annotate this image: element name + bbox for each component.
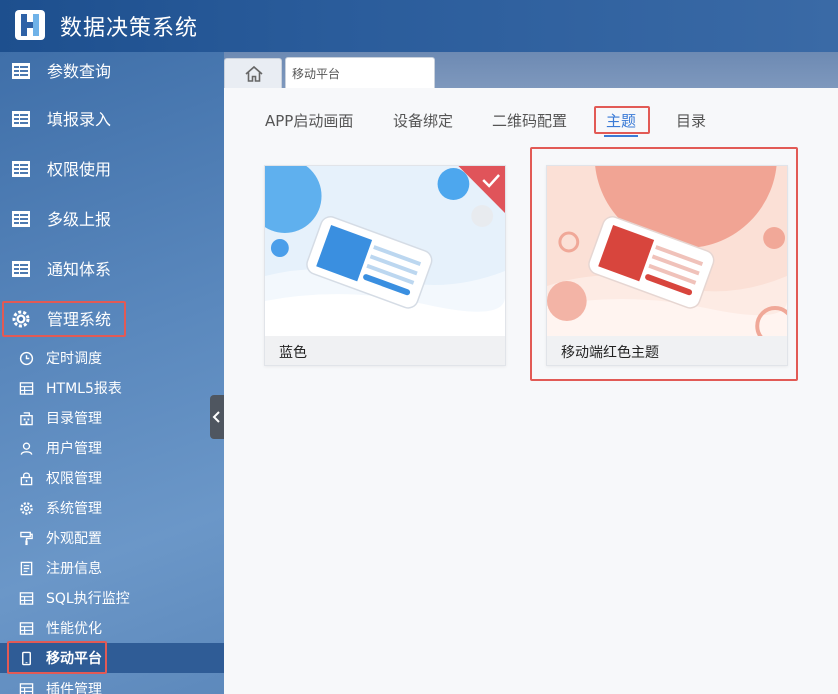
clock-icon — [19, 351, 34, 366]
tab-mobile-platform[interactable]: 移动平台 — [285, 57, 435, 88]
sidebar-item-label: 填报录入 — [47, 110, 112, 129]
sidebar-subitem-directory-management[interactable]: 目录管理 — [0, 403, 224, 433]
sidebar-item-label: 参数查询 — [47, 62, 112, 81]
sidebar-subitem-label: 插件管理 — [46, 682, 102, 694]
sidebar-subitem-performance[interactable]: 性能优化 — [0, 613, 224, 643]
subtab-qr-config[interactable]: 二维码配置 — [492, 110, 567, 131]
user-icon — [20, 442, 33, 455]
theme-preview-blue — [265, 166, 505, 336]
sidebar-subitem-plugin-management[interactable]: 插件管理 — [0, 674, 224, 694]
theme-name: 蓝色 — [279, 345, 307, 361]
sidebar-subitem-appearance[interactable]: 外观配置 — [0, 523, 224, 553]
sidebar-item-permission-use[interactable]: 权限使用 — [0, 150, 224, 190]
gear-icon — [20, 502, 33, 515]
sidebar-item-multi-level-report[interactable]: 多级上报 — [0, 200, 224, 240]
grid-monitor-icon — [19, 592, 34, 605]
home-tab[interactable] — [224, 58, 282, 88]
sidebar-subitem-label: SQL执行监控 — [46, 591, 130, 607]
tab-label: 移动平台 — [292, 67, 341, 81]
sidebar-subitem-label: 目录管理 — [46, 411, 102, 427]
home-icon — [245, 65, 263, 82]
sidebar-subitem-registration[interactable]: 注册信息 — [0, 553, 224, 583]
report-icon — [12, 161, 30, 177]
sidebar: 参数查询 填报录入 权限使用 多级上报 通知体系 管理系统 定时调度 HTML5… — [0, 52, 224, 694]
sidebar-item-form-entry[interactable]: 填报录入 — [0, 100, 224, 140]
tab-bar: 移动平台 — [224, 52, 838, 88]
theme-card-blue[interactable]: 蓝色 — [264, 165, 506, 366]
paint-roller-icon — [20, 531, 33, 546]
building-icon — [20, 412, 33, 426]
sidebar-collapse-button[interactable] — [210, 395, 224, 439]
sidebar-subitem-html5-report[interactable]: HTML5报表 — [0, 373, 224, 403]
subtab-bar: APP启动画面 设备绑定 二维码配置 主题 目录 — [224, 88, 838, 138]
sidebar-subitem-scheduling[interactable]: 定时调度 — [0, 343, 224, 373]
report-icon — [12, 63, 30, 79]
sidebar-subitem-permission-management[interactable]: 权限管理 — [0, 463, 224, 493]
sidebar-item-label: 通知体系 — [47, 260, 112, 279]
sidebar-subitem-sql-monitor[interactable]: SQL执行监控 — [0, 583, 224, 613]
subtab-directory[interactable]: 目录 — [676, 110, 706, 131]
app-logo-icon — [15, 10, 45, 40]
main-content: APP启动画面 设备绑定 二维码配置 主题 目录 蓝色 移动端红色主题 — [224, 88, 838, 694]
subtab-device-binding[interactable]: 设备绑定 — [393, 110, 453, 131]
chevron-left-icon — [212, 411, 220, 423]
lock-icon — [20, 472, 33, 486]
grid-plugin-icon — [19, 683, 34, 694]
sidebar-subitem-label: 性能优化 — [46, 621, 102, 637]
grid-report-icon — [19, 382, 34, 395]
sidebar-subitem-label: 用户管理 — [46, 441, 102, 457]
sidebar-subitem-user-management[interactable]: 用户管理 — [0, 433, 224, 463]
report-icon — [12, 211, 30, 227]
app-header: 数据决策系统 — [0, 0, 838, 52]
document-icon — [20, 561, 33, 576]
sidebar-subitem-label: 定时调度 — [46, 351, 102, 367]
subtab-active-underline — [604, 135, 638, 137]
highlight-box-management — [2, 301, 126, 337]
theme-caption-bar: 蓝色 — [265, 336, 505, 365]
sidebar-subitem-label: 系统管理 — [46, 501, 102, 517]
app-title: 数据决策系统 — [60, 16, 199, 41]
grid-performance-icon — [19, 622, 34, 635]
sidebar-subitem-label: HTML5报表 — [46, 381, 122, 397]
subtab-app-splash[interactable]: APP启动画面 — [265, 110, 353, 131]
sidebar-item-notification[interactable]: 通知体系 — [0, 250, 224, 290]
sidebar-item-param-query[interactable]: 参数查询 — [0, 52, 224, 92]
report-icon — [12, 261, 30, 277]
sidebar-subitem-label: 权限管理 — [46, 471, 102, 487]
highlight-box-theme-tab — [594, 106, 650, 134]
sidebar-subitem-system-management[interactable]: 系统管理 — [0, 493, 224, 523]
sidebar-subitem-label: 外观配置 — [46, 531, 102, 547]
highlight-box-red-theme — [530, 147, 798, 381]
sidebar-item-label: 权限使用 — [47, 160, 112, 179]
highlight-box-mobile-platform — [7, 641, 107, 674]
sidebar-item-label: 多级上报 — [47, 210, 112, 229]
report-icon — [12, 111, 30, 127]
sidebar-subitem-label: 注册信息 — [46, 561, 102, 577]
